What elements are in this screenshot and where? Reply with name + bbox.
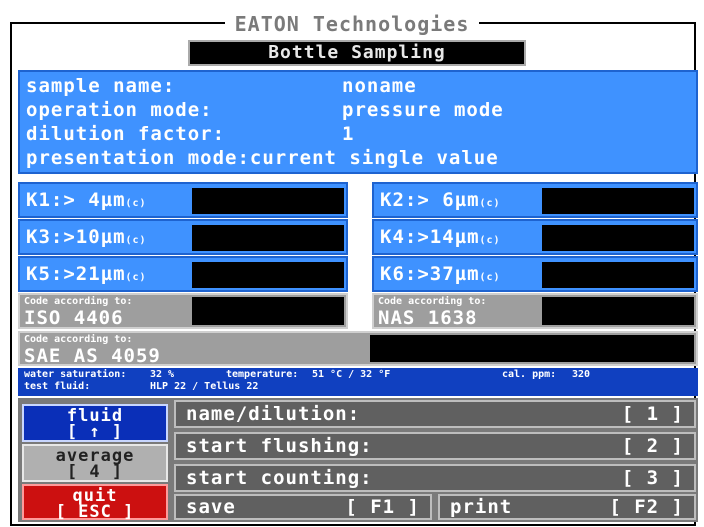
count-k1-unit: (c)	[125, 197, 147, 209]
count-k3: K3:>10µm (c)	[18, 219, 348, 255]
count-k4-unit: (c)	[479, 234, 501, 246]
code-sae-standard: SAE AS 4059	[24, 345, 161, 367]
count-k6-value-box	[542, 262, 694, 288]
app-title: EATON Technologies	[0, 12, 704, 36]
count-k2-unit: (c)	[479, 197, 501, 209]
fluid-button-key: [ ↑ ]	[66, 422, 124, 442]
count-k2-value-box	[542, 188, 694, 214]
code-iso-standard: ISO 4406	[24, 307, 124, 329]
menu-start-counting[interactable]: start counting: [ 3 ]	[174, 464, 696, 492]
count-k1-label: K1:> 4µm	[26, 189, 126, 211]
dilution-factor-value: 1	[342, 123, 355, 145]
menu-start-counting-label: start counting:	[186, 467, 373, 489]
code-sae-as-4059: Code according to: SAE AS 4059	[18, 331, 698, 367]
menu-start-flushing-key: [ 2 ]	[621, 435, 684, 457]
presentation-mode-label: presentation mode:	[26, 147, 250, 169]
save-button[interactable]: save [ F1 ]	[174, 494, 432, 520]
code-nas-caption: Code according to:	[378, 296, 487, 307]
temperature-value: 51 °C / 32 °F	[312, 369, 391, 380]
count-k3-label: K3:>10µm	[26, 226, 126, 248]
quit-button-key: [ ESC ]	[55, 502, 135, 522]
code-iso-value-box	[192, 297, 344, 325]
status-bar: water saturation: 32 % temperature: 51 °…	[18, 368, 698, 396]
count-k4: K4:>14µm (c)	[372, 219, 698, 255]
menu-name-dilution[interactable]: name/dilution: [ 1 ]	[174, 400, 696, 428]
save-button-key: [ F1 ]	[345, 496, 420, 518]
sample-name-label: sample name:	[26, 75, 176, 97]
code-sae-caption: Code according to:	[24, 334, 133, 345]
dilution-factor-row: dilution factor: 1	[26, 122, 690, 146]
count-k6: K6:>37µm (c)	[372, 256, 698, 292]
count-k4-label: K4:>14µm	[380, 226, 480, 248]
control-panel: fluid [ ↑ ] average [ 4 ] quit [ ESC ] n…	[18, 398, 698, 522]
operation-mode-value: pressure mode	[342, 99, 504, 121]
menu-start-flushing[interactable]: start flushing: [ 2 ]	[174, 432, 696, 460]
sample-info-panel: sample name: noname operation mode: pressu…	[18, 70, 698, 174]
count-k2-label: K2:> 6µm	[380, 189, 480, 211]
cal-ppm-label: cal. ppm:	[502, 369, 557, 380]
code-nas-1638: Code according to: NAS 1638	[372, 293, 698, 329]
sample-name-value: noname	[342, 75, 417, 97]
sample-name-row: sample name: noname	[26, 74, 690, 98]
operation-mode-label: operation mode:	[26, 99, 213, 121]
count-k5-value-box	[192, 262, 344, 288]
count-k5-unit: (c)	[125, 271, 147, 283]
code-iso-caption: Code according to:	[24, 296, 133, 307]
dilution-factor-label: dilution factor:	[26, 123, 226, 145]
presentation-mode-value: current single value	[249, 147, 499, 169]
temperature-label: temperature:	[226, 369, 299, 380]
count-k6-unit: (c)	[479, 271, 501, 283]
screen-title: Bottle Sampling	[188, 40, 526, 66]
count-k3-unit: (c)	[125, 234, 147, 246]
count-k1: K1:> 4µm (c)	[18, 182, 348, 218]
menu-name-dilution-key: [ 1 ]	[621, 403, 684, 425]
count-k4-value-box	[542, 225, 694, 251]
test-fluid-label: test fluid:	[24, 381, 91, 392]
save-button-label: save	[186, 496, 236, 518]
quit-button[interactable]: quit [ ESC ]	[22, 484, 168, 522]
operation-mode-row: operation mode: pressure mode	[26, 98, 690, 122]
test-fluid-value: HLP 22 / Tellus 22	[150, 381, 259, 392]
water-saturation-label: water saturation:	[24, 369, 127, 380]
menu-start-counting-key: [ 3 ]	[621, 467, 684, 489]
presentation-mode-row: presentation mode: current single value	[26, 146, 690, 170]
print-button[interactable]: print [ F2 ]	[438, 494, 696, 520]
count-k1-value-box	[192, 188, 344, 214]
count-k5-label: K5:>21µm	[26, 263, 126, 285]
count-k5: K5:>21µm (c)	[18, 256, 348, 292]
print-button-label: print	[450, 496, 513, 518]
count-k2: K2:> 6µm (c)	[372, 182, 698, 218]
count-k3-value-box	[192, 225, 344, 251]
print-button-key: [ F2 ]	[609, 496, 684, 518]
code-nas-standard: NAS 1638	[378, 307, 478, 329]
cal-ppm-value: 320	[572, 369, 591, 380]
fluid-button[interactable]: fluid [ ↑ ]	[22, 404, 168, 442]
average-button-key: [ 4 ]	[66, 462, 124, 482]
count-k6-label: K6:>37µm	[380, 263, 480, 285]
code-sae-value-box	[370, 335, 694, 362]
app-title-text: EATON Technologies	[224, 12, 480, 36]
menu-start-flushing-label: start flushing:	[186, 435, 373, 457]
average-button[interactable]: average [ 4 ]	[22, 444, 168, 482]
water-saturation-value: 32 %	[150, 369, 175, 380]
code-iso-4406: Code according to: ISO 4406	[18, 293, 348, 329]
code-nas-value-box	[542, 297, 694, 325]
menu-name-dilution-label: name/dilution:	[186, 403, 361, 425]
